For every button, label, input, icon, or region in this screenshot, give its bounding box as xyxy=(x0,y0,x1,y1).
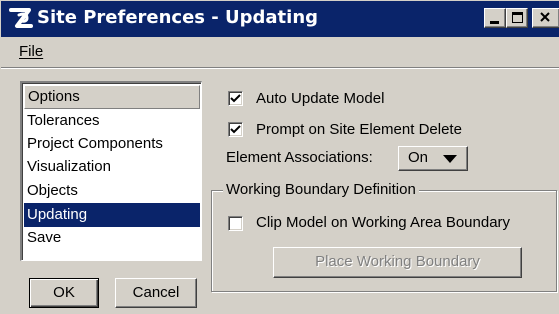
menu-file[interactable]: File xyxy=(19,43,43,60)
close-icon xyxy=(540,12,550,22)
options-item-save[interactable]: Save xyxy=(24,226,200,250)
auto-update-label[interactable]: Auto Update Model xyxy=(256,90,384,107)
place-working-boundary-button[interactable]: Place Working Boundary xyxy=(273,247,522,278)
minimize-button[interactable] xyxy=(484,8,506,28)
menu-separator xyxy=(1,67,559,69)
clip-model-checkbox[interactable] xyxy=(228,216,243,231)
close-button[interactable] xyxy=(532,8,559,28)
checkmark-icon xyxy=(230,125,241,134)
maximize-icon xyxy=(512,12,523,23)
checkmark-icon xyxy=(230,94,241,103)
prompt-delete-label[interactable]: Prompt on Site Element Delete xyxy=(256,121,462,138)
clip-model-label[interactable]: Clip Model on Working Area Boundary xyxy=(256,214,510,231)
options-item-tolerances[interactable]: Tolerances xyxy=(24,109,200,133)
ok-button[interactable]: OK xyxy=(29,278,99,308)
auto-update-checkbox[interactable] xyxy=(228,91,243,106)
options-item-objects[interactable]: Objects xyxy=(24,179,200,203)
options-list[interactable]: Options Tolerances Project Components Vi… xyxy=(20,81,202,261)
menu-bar: File xyxy=(1,37,559,67)
options-item-project-components[interactable]: Project Components xyxy=(24,132,200,156)
minimize-icon xyxy=(490,21,499,24)
options-item-visualization[interactable]: Visualization xyxy=(24,155,200,179)
site-app-icon xyxy=(9,8,33,28)
options-list-header[interactable]: Options xyxy=(24,85,200,109)
element-associations-value: On xyxy=(408,149,429,166)
maximize-button[interactable] xyxy=(506,8,528,28)
window-title: Site Preferences - Updating xyxy=(37,7,319,28)
dropdown-arrow-icon xyxy=(443,155,457,163)
element-associations-dropdown[interactable]: On xyxy=(398,146,468,171)
cancel-button[interactable]: Cancel xyxy=(115,278,197,308)
element-associations-label: Element Associations: xyxy=(226,149,373,166)
title-bar[interactable]: Site Preferences - Updating xyxy=(1,1,559,37)
site-preferences-window: Site Preferences - Updating File Options… xyxy=(0,0,559,314)
prompt-delete-checkbox[interactable] xyxy=(228,122,243,137)
working-boundary-group-title: Working Boundary Definition xyxy=(223,181,419,198)
options-item-updating[interactable]: Updating xyxy=(24,203,200,227)
